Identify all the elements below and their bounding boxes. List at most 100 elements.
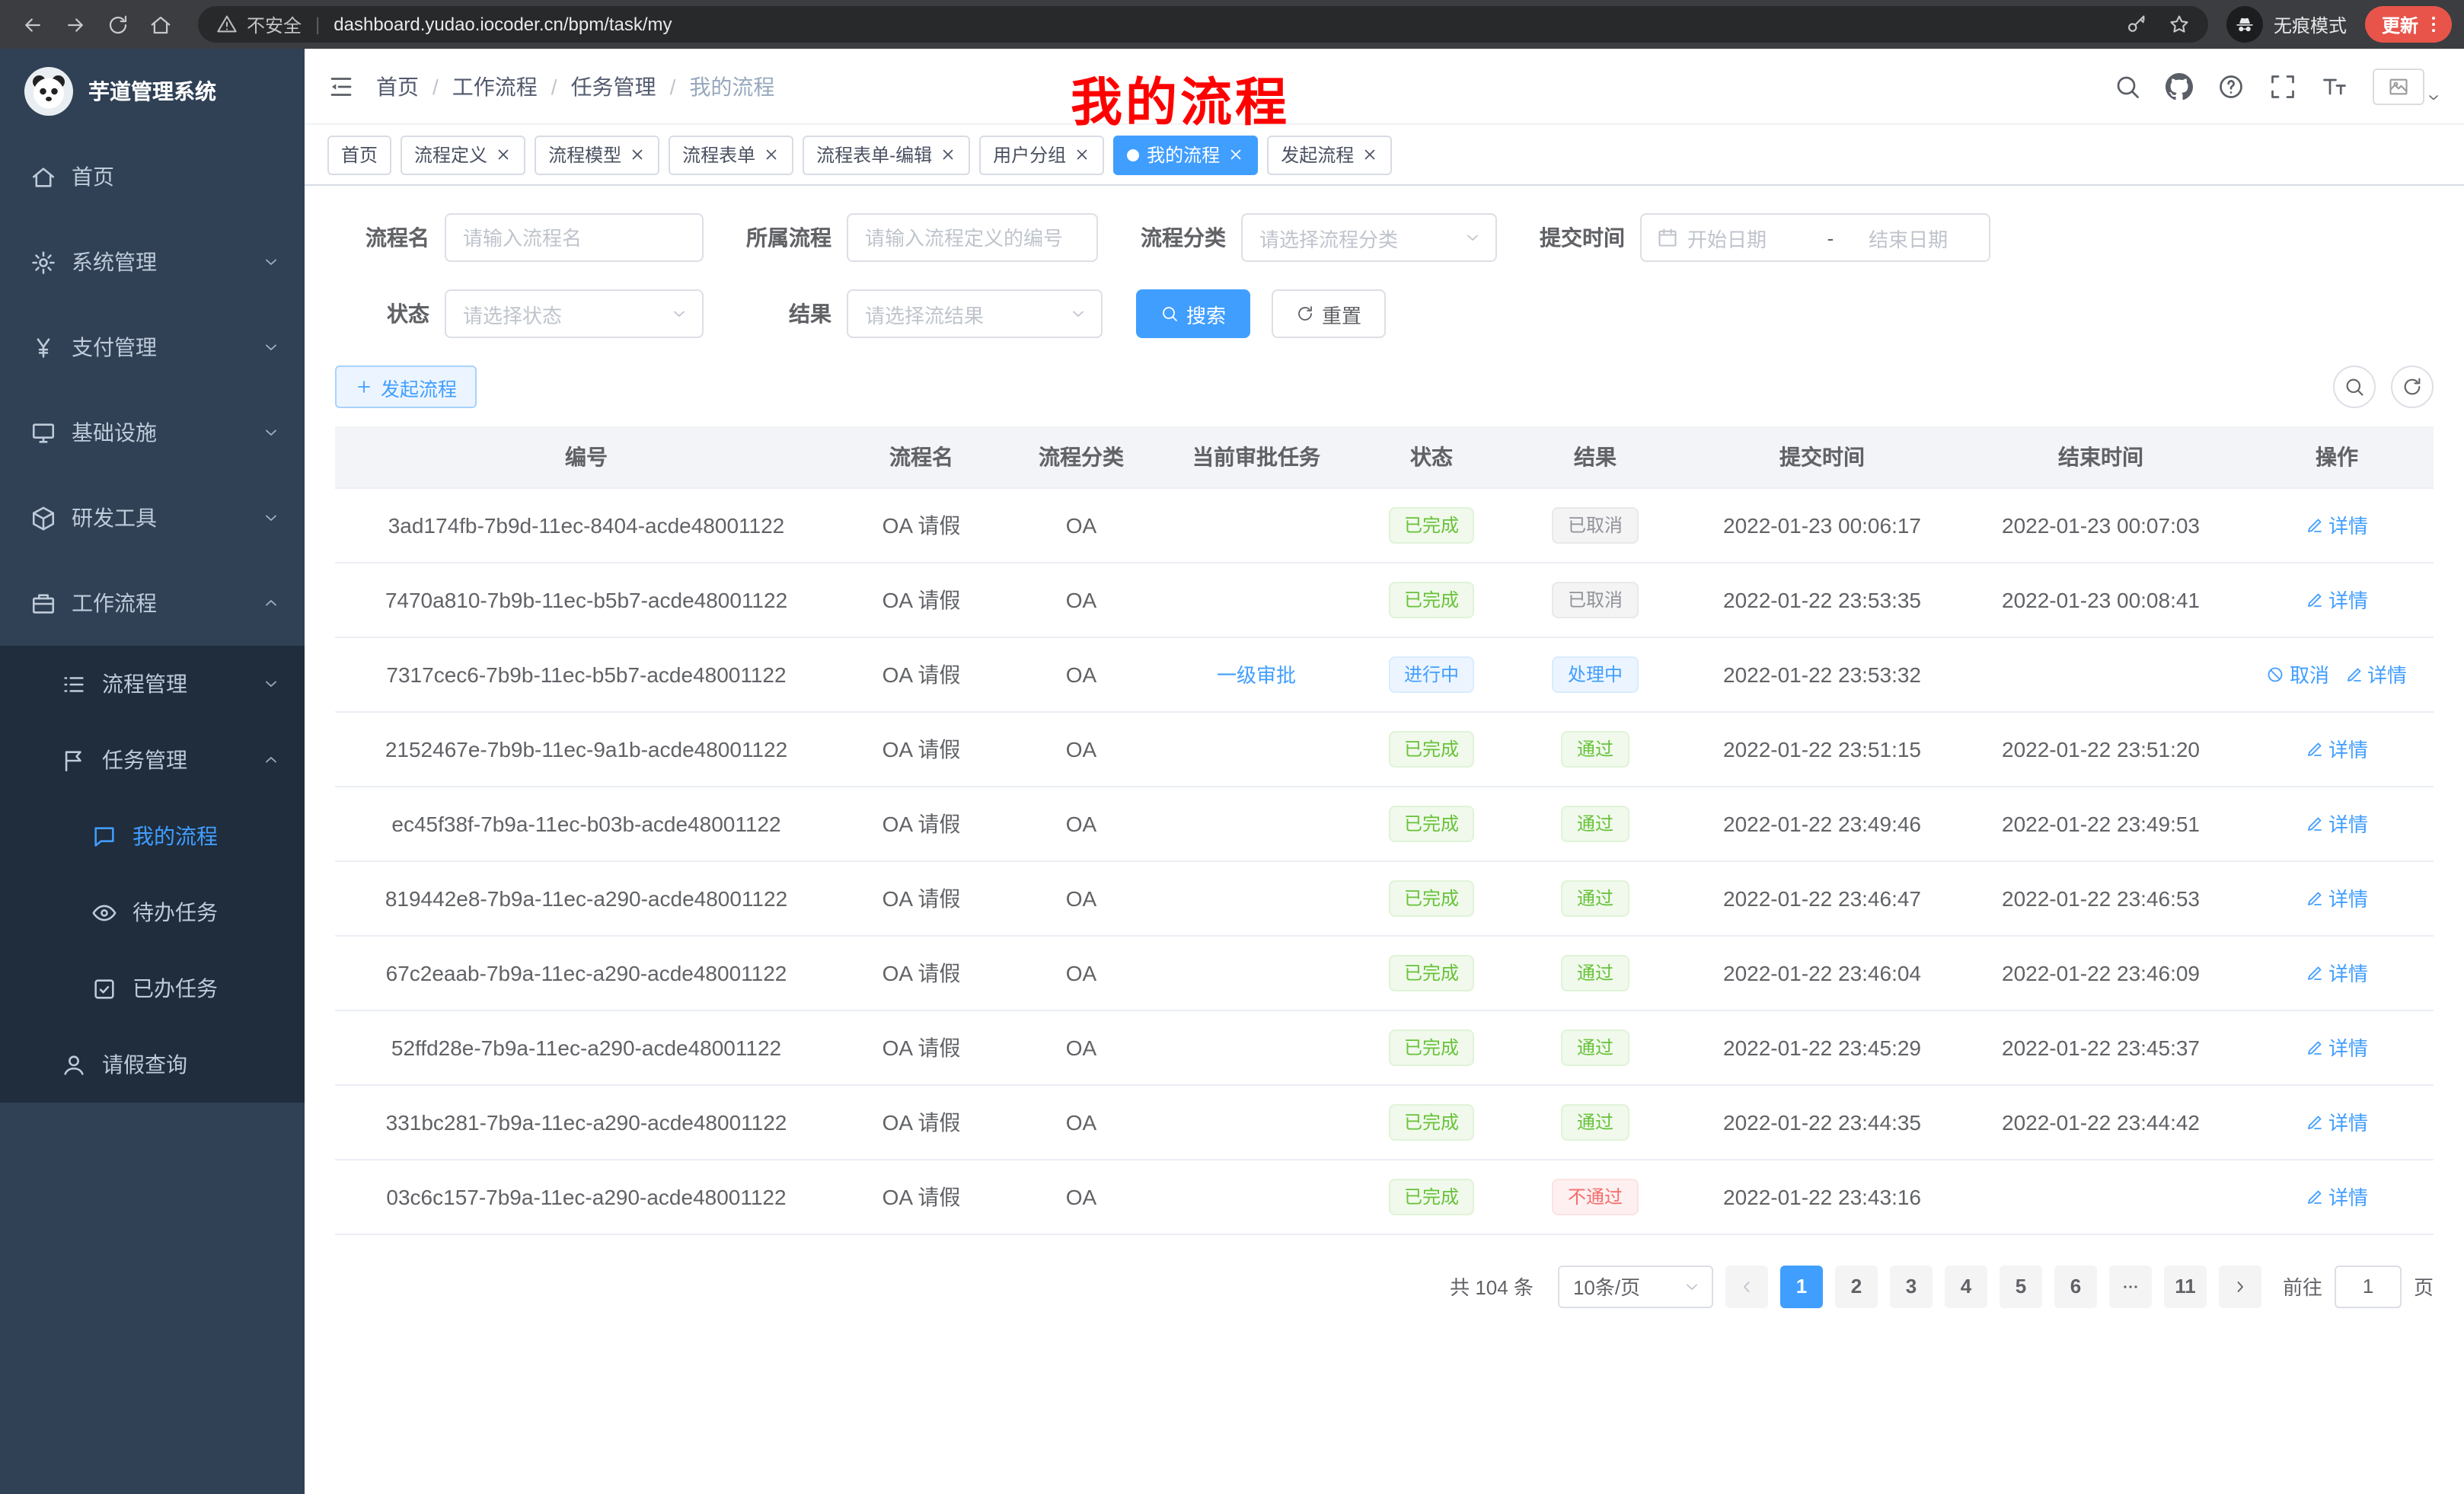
toggle-search-button[interactable] bbox=[2333, 366, 2376, 408]
current-task-link[interactable]: 一级审批 bbox=[1217, 659, 1296, 688]
detail-link[interactable]: 详情 bbox=[2306, 585, 2368, 614]
detail-link[interactable]: 详情 bbox=[2306, 958, 2368, 987]
close-icon[interactable] bbox=[1074, 146, 1090, 163]
sidebar-item-process-mgmt[interactable]: 流程管理 bbox=[0, 646, 305, 722]
search-button[interactable]: 搜索 bbox=[1136, 289, 1250, 338]
sidebar-item-label: 已办任务 bbox=[132, 973, 218, 1004]
search-icon[interactable] bbox=[2114, 72, 2141, 100]
breadcrumb-item[interactable]: 工作流程 bbox=[452, 71, 538, 101]
detail-link[interactable]: 详情 bbox=[2306, 1033, 2368, 1061]
sidebar-item-home[interactable]: 首页 bbox=[0, 134, 305, 219]
update-button[interactable]: 更新 bbox=[2365, 6, 2452, 43]
reload-icon[interactable] bbox=[97, 5, 137, 44]
sidebar-item-leave-query[interactable]: 请假查询 bbox=[0, 1026, 305, 1103]
cell-id: 819442e8-7b9a-11ec-a290-acde48001122 bbox=[335, 860, 838, 935]
tab-process-form[interactable]: 流程表单 bbox=[669, 135, 793, 174]
key-icon[interactable] bbox=[2126, 14, 2147, 35]
sidebar-item-label: 任务管理 bbox=[102, 745, 187, 775]
chevron-up-icon bbox=[262, 751, 280, 769]
sidebar-item-system-mgmt[interactable]: 系统管理 bbox=[0, 219, 305, 305]
result-select[interactable]: 请选择流结果 bbox=[847, 289, 1103, 338]
breadcrumb-item[interactable]: 任务管理 bbox=[571, 71, 656, 101]
fullscreen-icon[interactable] bbox=[2269, 72, 2296, 100]
github-icon[interactable] bbox=[2166, 72, 2193, 100]
goto-page-input[interactable] bbox=[2335, 1265, 2402, 1307]
tab-process-definition[interactable]: 流程定义 bbox=[401, 135, 525, 174]
sidebar-item-todo-tasks[interactable]: 待办任务 bbox=[0, 874, 305, 950]
detail-link[interactable]: 详情 bbox=[2306, 809, 2368, 838]
close-icon[interactable] bbox=[940, 146, 956, 163]
process-def-input[interactable] bbox=[847, 213, 1098, 262]
goto-label: 前往 bbox=[2283, 1272, 2322, 1301]
sidebar-item-payment-mgmt[interactable]: 支付管理 bbox=[0, 305, 305, 390]
cell-status: 进行中 bbox=[1355, 637, 1508, 711]
close-icon[interactable] bbox=[495, 146, 512, 163]
table-row: 67c2eaab-7b9a-11ec-a290-acde48001122OA 请… bbox=[335, 935, 2434, 1010]
browser-menu-icon[interactable] bbox=[2423, 14, 2444, 35]
submit-time-range[interactable]: 开始日期 - 结束日期 bbox=[1640, 213, 1990, 262]
tab-user-group[interactable]: 用户分组 bbox=[979, 135, 1104, 174]
cancel-link[interactable]: 取消 bbox=[2267, 659, 2329, 688]
status-tag: 处理中 bbox=[1553, 656, 1638, 692]
category-placeholder: 请选择流程分类 bbox=[1259, 223, 1398, 252]
forward-icon[interactable] bbox=[55, 5, 94, 44]
close-icon[interactable] bbox=[763, 146, 780, 163]
detail-link[interactable]: 详情 bbox=[2306, 883, 2368, 912]
breadcrumb-item[interactable]: 首页 bbox=[376, 71, 419, 101]
page-button-2[interactable]: 2 bbox=[1835, 1265, 1878, 1307]
close-icon[interactable] bbox=[1227, 146, 1244, 163]
process-name-input[interactable] bbox=[445, 213, 704, 262]
next-page-button[interactable] bbox=[2219, 1265, 2261, 1307]
category-select[interactable]: 请选择流程分类 bbox=[1241, 213, 1497, 262]
font-size-icon[interactable] bbox=[2321, 72, 2348, 100]
page-button-5[interactable]: 5 bbox=[2000, 1265, 2042, 1307]
prev-page-button[interactable] bbox=[1725, 1265, 1768, 1307]
page-button-4[interactable]: 4 bbox=[1945, 1265, 1987, 1307]
tab-my-process[interactable]: 我的流程 bbox=[1113, 135, 1258, 174]
address-bar[interactable]: 不安全 | dashboard.yudao.iocoder.cn/bpm/tas… bbox=[198, 6, 2208, 43]
chevron-down-icon bbox=[2426, 89, 2441, 104]
tab-start-process[interactable]: 发起流程 bbox=[1267, 135, 1392, 174]
sidebar-item-dev-tools[interactable]: 研发工具 bbox=[0, 475, 305, 560]
arrow-left-icon bbox=[1738, 1277, 1756, 1295]
close-icon[interactable] bbox=[629, 146, 646, 163]
table-row: 331bc281-7b9a-11ec-a290-acde48001122OA 请… bbox=[335, 1084, 2434, 1159]
tab-process-model[interactable]: 流程模型 bbox=[535, 135, 659, 174]
browser-home-icon[interactable] bbox=[140, 5, 180, 44]
help-icon[interactable] bbox=[2217, 72, 2245, 100]
page-button-6[interactable]: 6 bbox=[2054, 1265, 2097, 1307]
page-size-select[interactable]: 10条/页 bbox=[1558, 1265, 1713, 1307]
sidebar-item-my-process[interactable]: 我的流程 bbox=[0, 798, 305, 874]
tab-process-form-edit[interactable]: 流程表单-编辑 bbox=[803, 135, 970, 174]
status-tag: 通过 bbox=[1562, 805, 1629, 841]
status-select[interactable]: 请选择状态 bbox=[445, 289, 704, 338]
sidebar-item-workflow[interactable]: 工作流程 bbox=[0, 560, 305, 646]
tab-home[interactable]: 首页 bbox=[327, 135, 391, 174]
sidebar-item-infrastructure[interactable]: 基础设施 bbox=[0, 390, 305, 475]
star-icon[interactable] bbox=[2169, 14, 2190, 35]
table-row: 819442e8-7b9a-11ec-a290-acde48001122OA 请… bbox=[335, 860, 2434, 935]
detail-link[interactable]: 详情 bbox=[2306, 1182, 2368, 1211]
table-row: 7317cec6-7b9b-11ec-b5b7-acde48001122OA 请… bbox=[335, 637, 2434, 711]
cell-status: 已完成 bbox=[1355, 786, 1508, 860]
detail-link[interactable]: 详情 bbox=[2306, 734, 2368, 763]
page-button-3[interactable]: 3 bbox=[1890, 1265, 1933, 1307]
back-icon[interactable] bbox=[12, 5, 52, 44]
sidebar-item-task-mgmt[interactable]: 任务管理 bbox=[0, 722, 305, 798]
detail-link[interactable]: 详情 bbox=[2306, 510, 2368, 539]
create-process-button[interactable]: 发起流程 bbox=[335, 366, 477, 408]
page-button-1[interactable]: 1 bbox=[1780, 1265, 1823, 1307]
cell-id: 7317cec6-7b9b-11ec-b5b7-acde48001122 bbox=[335, 637, 838, 711]
sidebar-item-done-tasks[interactable]: 已办任务 bbox=[0, 950, 305, 1026]
more-pages-icon[interactable] bbox=[2109, 1265, 2152, 1307]
reset-button[interactable]: 重置 bbox=[1272, 289, 1386, 338]
user-avatar[interactable] bbox=[2373, 68, 2441, 104]
detail-link[interactable]: 详情 bbox=[2306, 1107, 2368, 1136]
refresh-table-button[interactable] bbox=[2391, 366, 2434, 408]
cell-result: 通过 bbox=[1508, 711, 1683, 786]
detail-link[interactable]: 详情 bbox=[2344, 659, 2407, 688]
page-button-11[interactable]: 11 bbox=[2164, 1265, 2207, 1307]
close-icon[interactable] bbox=[1361, 146, 1378, 163]
collapse-sidebar-icon[interactable] bbox=[327, 72, 355, 100]
cell-process-name: OA 请假 bbox=[838, 860, 1005, 935]
